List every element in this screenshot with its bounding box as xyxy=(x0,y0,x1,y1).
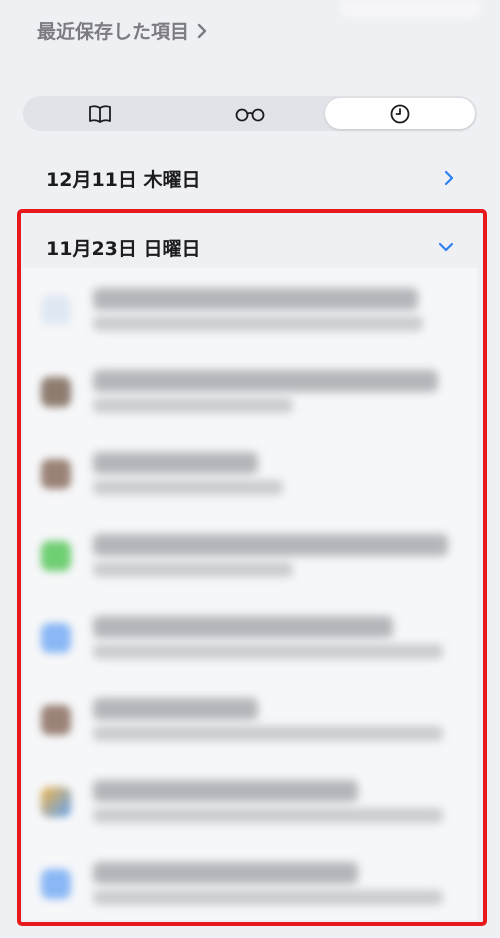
top-blur-area xyxy=(340,0,480,18)
chevron-right-icon xyxy=(197,23,207,38)
segmented-control xyxy=(23,96,477,131)
tab-reading-list[interactable] xyxy=(175,98,325,129)
section-date-label: 12月11日 木曜日 xyxy=(46,168,201,191)
tab-history[interactable] xyxy=(325,98,475,129)
clock-icon xyxy=(390,104,410,123)
highlight-box xyxy=(17,209,487,926)
book-icon xyxy=(89,104,111,123)
chevron-right-icon xyxy=(444,170,454,186)
tab-bookmarks[interactable] xyxy=(25,98,175,129)
recent-saved-link[interactable]: 最近保存した項目 xyxy=(37,17,207,44)
glasses-icon xyxy=(235,108,265,121)
recent-saved-label: 最近保存した項目 xyxy=(37,21,190,43)
history-screen: 最近保存した項目 12月11日 木曜日 11月23日 日曜日 xyxy=(0,0,500,938)
history-section-dec-11[interactable]: 12月11日 木曜日 xyxy=(23,150,477,206)
